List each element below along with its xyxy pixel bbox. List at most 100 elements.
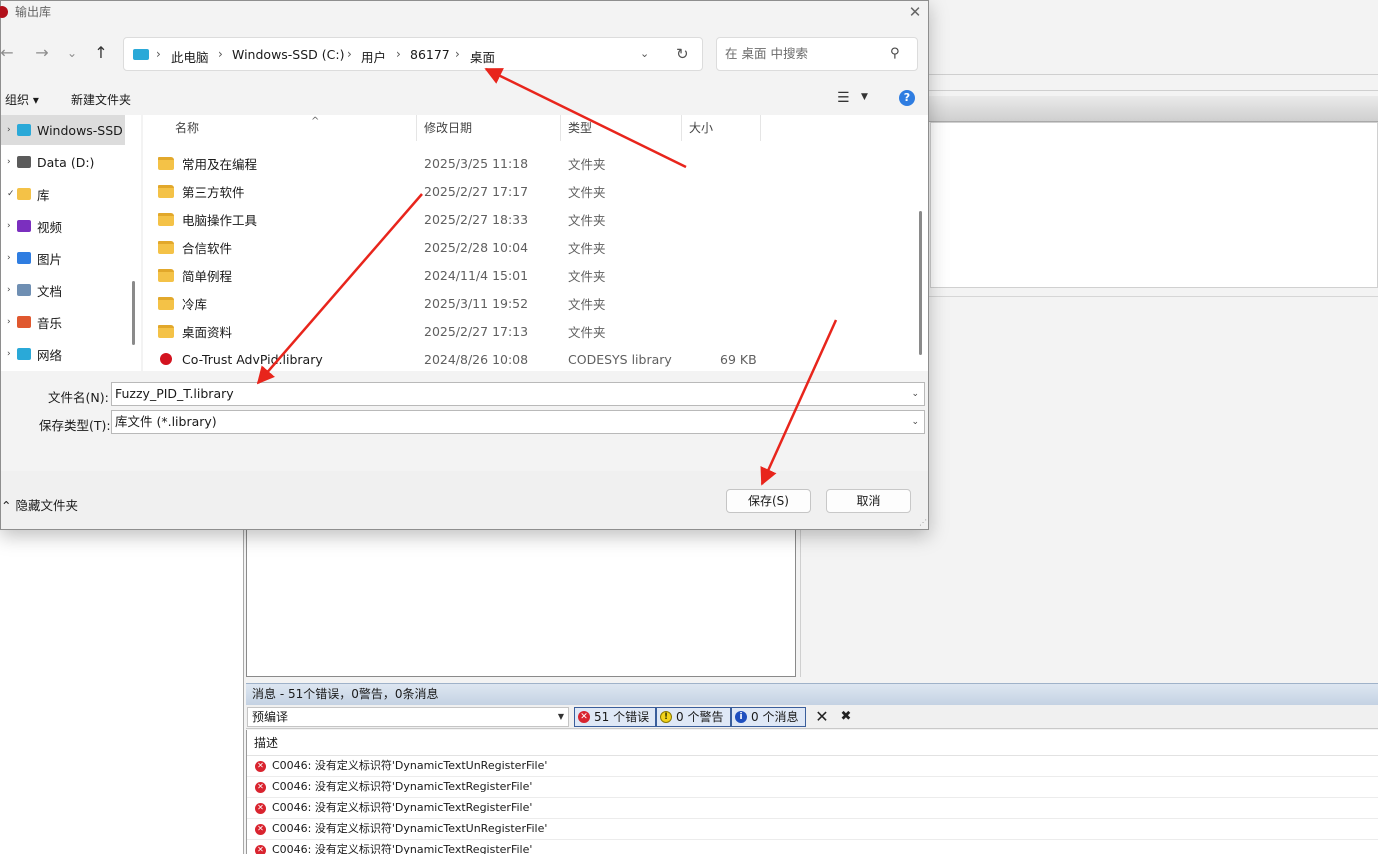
chevron-right-icon[interactable]: ›: [1, 125, 17, 135]
file-row[interactable]: 合信软件 2025/2/28 10:04 文件夹: [158, 233, 918, 261]
recent-locations-icon[interactable]: ⌄: [62, 43, 82, 63]
nav-item-label: Windows-SSD: [37, 122, 123, 138]
nav-item-label: 视频: [37, 219, 63, 235]
filename-field[interactable]: ⌄: [111, 382, 925, 406]
dialog-titlebar[interactable]: 输出库 ✕: [0, 1, 928, 25]
errors-filter-button[interactable]: ✕ 51 个错误: [574, 707, 656, 727]
organize-menu[interactable]: 组织 ▾: [5, 91, 39, 108]
nav-item-label: 网络: [37, 347, 63, 363]
clear-all-messages-icon[interactable]: ✖: [836, 707, 856, 727]
chevron-right-icon[interactable]: ›: [1, 349, 17, 359]
dialog-title: 输出库: [15, 5, 52, 19]
breadcrumb-desktop[interactable]: 桌面: [470, 47, 495, 66]
divider: [243, 530, 244, 854]
message-row[interactable]: ✕ C0046: 没有定义标识符'DynamicTextRegisterFile…: [247, 777, 1378, 798]
file-row[interactable]: 桌面资料 2025/2/27 17:13 文件夹: [158, 317, 918, 345]
refresh-icon[interactable]: ↻: [676, 45, 689, 63]
file-name: 桌面资料: [182, 324, 233, 340]
breadcrumb-users[interactable]: 用户: [361, 47, 386, 66]
up-arrow-icon[interactable]: ↑: [91, 43, 111, 63]
file-list-scrollbar[interactable]: [919, 211, 922, 355]
breadcrumb-this-pc[interactable]: 此电脑: [171, 47, 209, 66]
help-icon[interactable]: ?: [899, 90, 915, 106]
filetype-select[interactable]: 库文件 (*.library) ⌄: [111, 410, 925, 434]
nav-item[interactable]: › 网络: [1, 339, 125, 369]
nav-item[interactable]: › 音乐: [1, 307, 125, 337]
file-row[interactable]: 简单例程 2024/11/4 15:01 文件夹: [158, 261, 918, 289]
filename-input[interactable]: [115, 386, 895, 401]
nav-item[interactable]: ✓ 库: [1, 179, 125, 209]
error-icon: ✕: [255, 802, 266, 814]
breadcrumb-separator: ›: [396, 47, 401, 61]
messages-list: 描述 ✕ C0046: 没有定义标识符'DynamicTextUnRegiste…: [246, 730, 1378, 854]
search-input[interactable]: [725, 46, 885, 61]
command-bar: 组织 ▾ 新建文件夹 ☰ ▼ ?: [1, 85, 928, 113]
cancel-button[interactable]: 取消: [826, 489, 911, 513]
nav-item-label: 图片: [37, 251, 63, 267]
chevron-right-icon[interactable]: ›: [1, 221, 17, 231]
infos-count: 0 个消息: [751, 710, 799, 724]
breadcrumb-separator: ›: [156, 47, 161, 61]
nav-item[interactable]: › Data (D:): [1, 147, 125, 177]
chevron-right-icon[interactable]: ›: [1, 253, 17, 263]
nav-item[interactable]: › 视频: [1, 211, 125, 241]
file-row[interactable]: 冷库 2025/3/11 19:52 文件夹: [158, 289, 918, 317]
message-row[interactable]: ✕ C0046: 没有定义标识符'DynamicTextUnRegisterFi…: [247, 819, 1378, 840]
chevron-right-icon[interactable]: ›: [1, 317, 17, 327]
new-folder-button[interactable]: 新建文件夹: [71, 91, 131, 108]
file-date: 2025/2/28 10:04: [424, 239, 529, 255]
description-column-header[interactable]: 描述: [247, 730, 1378, 756]
message-source-select[interactable]: 预编译 ▼: [247, 707, 569, 727]
search-box[interactable]: ⚲: [716, 37, 918, 71]
message-text: C0046: 没有定义标识符'DynamicTextRegisterFile': [272, 780, 533, 793]
file-date: 2024/8/26 10:08: [424, 351, 529, 367]
chevron-down-icon[interactable]: ⌄: [911, 383, 919, 405]
message-row[interactable]: ✕ C0046: 没有定义标识符'DynamicTextUnRegisterFi…: [247, 756, 1378, 777]
error-icon: ✕: [255, 760, 266, 772]
nav-item[interactable]: › Windows-SSD: [1, 115, 125, 145]
column-header-date[interactable]: 修改日期: [414, 115, 561, 141]
messages-toolbar: 预编译 ▼ ✕ 51 个错误 ! 0 个警告 i 0 个消息 ✕ ✖: [246, 705, 1378, 729]
sort-ascending-icon: ^: [311, 116, 320, 127]
address-bar[interactable]: › 此电脑 › Windows-SSD (C:) › 用户 › 86177 › …: [123, 37, 703, 71]
hide-folders-toggle[interactable]: ⌃ 隐藏文件夹: [1, 495, 78, 514]
back-arrow-icon[interactable]: ←: [0, 43, 17, 63]
column-header-size[interactable]: 大小: [679, 115, 761, 141]
close-button[interactable]: ✕: [903, 1, 927, 23]
file-row[interactable]: 第三方软件 2025/2/27 17:17 文件夹: [158, 177, 918, 205]
save-button[interactable]: 保存(S): [726, 489, 811, 513]
column-header-name[interactable]: 名称 ^: [165, 115, 417, 141]
file-date: 2025/2/27 17:13: [424, 323, 529, 339]
breadcrumb-user[interactable]: 86177: [410, 47, 450, 62]
nav-item[interactable]: › 图片: [1, 243, 125, 273]
chevron-down-icon[interactable]: ▼: [861, 92, 868, 102]
forward-arrow-icon[interactable]: →: [32, 43, 52, 63]
column-name-label: 名称: [175, 121, 200, 135]
nav-item[interactable]: › 文档: [1, 275, 125, 305]
column-header-type[interactable]: 类型: [558, 115, 682, 141]
clear-messages-icon[interactable]: ✕: [812, 707, 832, 727]
folder-icon: [158, 296, 174, 310]
message-row[interactable]: ✕ C0046: 没有定义标识符'DynamicTextRegisterFile…: [247, 798, 1378, 819]
chevron-right-icon[interactable]: ✓: [1, 189, 17, 199]
file-row[interactable]: Co-Trust AdvPid.library 2024/8/26 10:08 CO…: [158, 345, 918, 373]
view-options-icon[interactable]: ☰: [837, 90, 850, 106]
file-row[interactable]: 常用及在编程 2025/3/25 11:18 文件夹: [158, 149, 918, 177]
chevron-down-icon[interactable]: ⌄: [640, 47, 649, 60]
warnings-count: 0 个警告: [676, 710, 724, 724]
search-icon[interactable]: ⚲: [890, 46, 900, 61]
file-row[interactable]: 电脑操作工具 2025/2/27 18:33 文件夹: [158, 205, 918, 233]
breadcrumb-separator: ›: [455, 47, 460, 61]
folder-icon: [158, 184, 174, 198]
infos-filter-button[interactable]: i 0 个消息: [731, 707, 806, 727]
navigation-scrollbar[interactable]: [132, 281, 135, 345]
background-panel-header: [928, 96, 1378, 122]
message-row[interactable]: ✕ C0046: 没有定义标识符'DynamicTextRegisterFile…: [247, 840, 1378, 854]
resize-grip-icon[interactable]: ⋰: [919, 518, 927, 527]
drive-icon: [17, 156, 31, 168]
breadcrumb-drive[interactable]: Windows-SSD (C:): [232, 47, 344, 62]
file-name: Co-Trust AdvPid.library: [182, 351, 323, 367]
chevron-right-icon[interactable]: ›: [1, 285, 17, 295]
chevron-right-icon[interactable]: ›: [1, 157, 17, 167]
warnings-filter-button[interactable]: ! 0 个警告: [656, 707, 731, 727]
